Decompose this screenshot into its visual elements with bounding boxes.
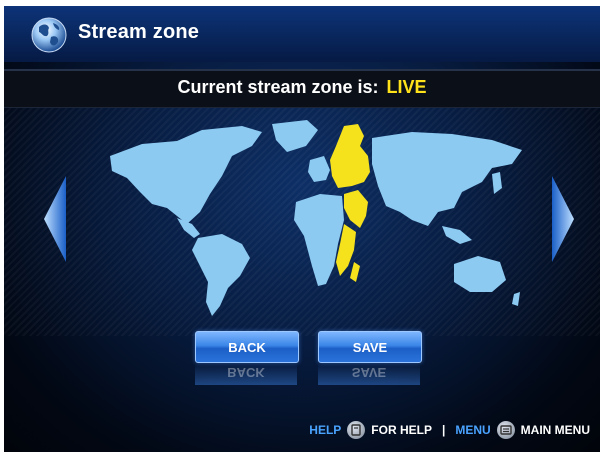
menu-button-icon[interactable] xyxy=(496,421,515,439)
menu-key-label: MENU xyxy=(455,423,491,437)
map-north-america xyxy=(110,126,262,224)
back-button[interactable]: BACK xyxy=(195,331,299,363)
current-zone-label: Current stream zone is: xyxy=(177,77,379,97)
map-new-zealand xyxy=(512,292,520,306)
map-japan xyxy=(492,172,502,194)
map-western-europe xyxy=(308,156,330,182)
page-title: Stream zone xyxy=(78,21,200,43)
current-zone-bar: Current stream zone is: LIVE xyxy=(4,69,600,108)
footer-hints: HELP FOR HELP | MENU MAIN MENU xyxy=(309,420,590,440)
globe-icon xyxy=(31,17,67,53)
map-greenland xyxy=(272,120,318,152)
map-highlight-madagascar xyxy=(350,262,360,282)
map-africa-west xyxy=(294,194,344,286)
map-highlight-europe xyxy=(330,124,370,188)
stream-zone-screen: Stream zone Current stream zone is: LIVE xyxy=(4,6,600,452)
header-bar: Stream zone xyxy=(4,6,600,62)
arrow-left-icon[interactable] xyxy=(42,174,68,264)
save-button[interactable]: SAVE xyxy=(318,331,422,363)
world-map[interactable] xyxy=(82,116,527,326)
map-south-america xyxy=(192,234,250,316)
main-menu-text: MAIN MENU xyxy=(520,423,590,437)
footer-separator: | xyxy=(441,423,446,437)
save-button-reflection: SAVE xyxy=(318,363,420,385)
help-key-label: HELP xyxy=(309,423,342,437)
arrow-right-icon[interactable] xyxy=(550,174,576,264)
map-australia xyxy=(454,256,506,292)
current-zone-value: LIVE xyxy=(386,77,427,97)
map-southeast-asia xyxy=(442,226,472,244)
back-button-reflection: BACK xyxy=(195,363,297,385)
map-highlight-middle-east xyxy=(344,190,368,228)
help-text: FOR HELP xyxy=(371,423,432,437)
help-button-icon[interactable] xyxy=(347,421,366,439)
